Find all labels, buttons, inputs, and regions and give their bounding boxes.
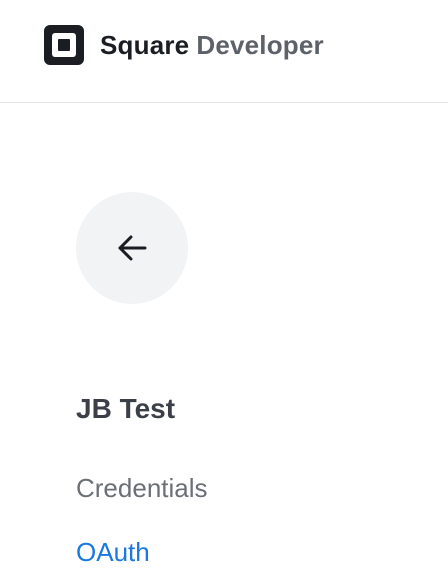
top-header: Square Developer bbox=[0, 0, 448, 103]
nav-item-credentials[interactable]: Credentials bbox=[76, 472, 208, 504]
square-logo-icon[interactable] bbox=[44, 25, 84, 65]
brand-secondary: Developer bbox=[196, 30, 324, 60]
nav-item-oauth[interactable]: OAuth bbox=[76, 536, 150, 568]
app-title: JB Test bbox=[76, 393, 176, 424]
brand-primary: Square bbox=[100, 30, 190, 60]
brand-name[interactable]: Square Developer bbox=[100, 29, 324, 61]
back-button[interactable] bbox=[76, 192, 188, 304]
arrow-left-icon bbox=[118, 235, 147, 261]
